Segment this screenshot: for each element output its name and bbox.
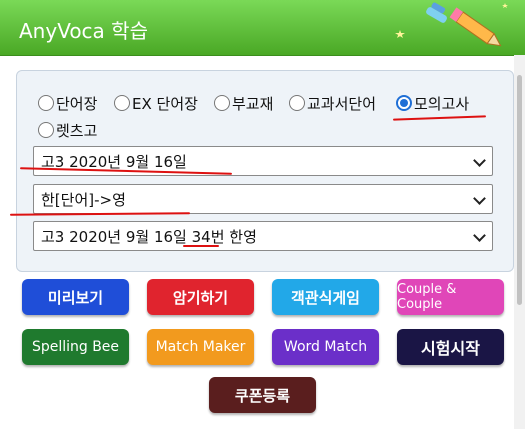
chevron-down-icon bbox=[473, 229, 486, 242]
radio-textbook-words[interactable]: 교과서단어 bbox=[289, 93, 376, 113]
radio-ex-wordbook[interactable]: EX 단어장 bbox=[114, 93, 198, 113]
radio-label: 교과서단어 bbox=[307, 94, 377, 113]
radio-supplementary[interactable]: 부교재 bbox=[214, 93, 273, 113]
scrollbar-thumb[interactable] bbox=[517, 75, 522, 305]
exam-select[interactable]: 고3 2020년 9월 16일 bbox=[33, 146, 493, 176]
radio-label: 부교재 bbox=[232, 94, 274, 113]
radio-circle[interactable] bbox=[289, 95, 305, 111]
coupon-register-button[interactable]: 쿠폰등록 bbox=[209, 377, 316, 413]
pencil-decoration-icon bbox=[395, 2, 508, 47]
annotation-underline bbox=[183, 245, 219, 247]
match-maker-button[interactable]: Match Maker bbox=[147, 329, 254, 365]
app-title: AnyVoca 학습 bbox=[19, 19, 148, 43]
spelling-bee-button[interactable]: Spelling Bee bbox=[22, 329, 129, 365]
radio-mock-exam[interactable]: 모의고사 bbox=[396, 93, 469, 113]
radio-label: 모의고사 bbox=[414, 94, 470, 113]
preview-button[interactable]: 미리보기 bbox=[22, 279, 129, 315]
radio-label: 렛츠고 bbox=[56, 121, 98, 140]
radio-circle[interactable] bbox=[38, 122, 54, 138]
radio-circle-selected[interactable] bbox=[396, 95, 412, 111]
radio-label: 단어장 bbox=[56, 94, 98, 113]
mode-select[interactable]: 한[단어]->영 bbox=[33, 184, 493, 214]
chevron-down-icon bbox=[473, 154, 486, 167]
set-select-value: 고3 2020년 9월 16일 34번 한영 bbox=[41, 227, 257, 246]
multiple-choice-game-button[interactable]: 객관식게임 bbox=[272, 279, 379, 315]
test-start-button[interactable]: 시험시작 bbox=[397, 329, 504, 365]
word-match-button[interactable]: Word Match bbox=[272, 329, 379, 365]
app-header: AnyVoca 학습 bbox=[0, 0, 525, 56]
radio-circle[interactable] bbox=[114, 95, 130, 111]
couple-game-button[interactable]: Couple & Couple bbox=[397, 279, 504, 315]
memorize-button[interactable]: 암기하기 bbox=[147, 279, 254, 315]
scrollbar[interactable] bbox=[514, 55, 525, 429]
mode-select-value: 한[단어]->영 bbox=[41, 190, 126, 209]
radio-circle[interactable] bbox=[214, 95, 230, 111]
radio-wordbook[interactable]: 단어장 bbox=[38, 93, 97, 113]
radio-circle[interactable] bbox=[38, 95, 54, 111]
set-select[interactable]: 고3 2020년 9월 16일 34번 한영 bbox=[33, 221, 493, 251]
chevron-down-icon bbox=[473, 192, 486, 205]
radio-lets-go[interactable]: 렛츠고 bbox=[38, 120, 97, 140]
radio-label: EX 단어장 bbox=[132, 94, 198, 113]
